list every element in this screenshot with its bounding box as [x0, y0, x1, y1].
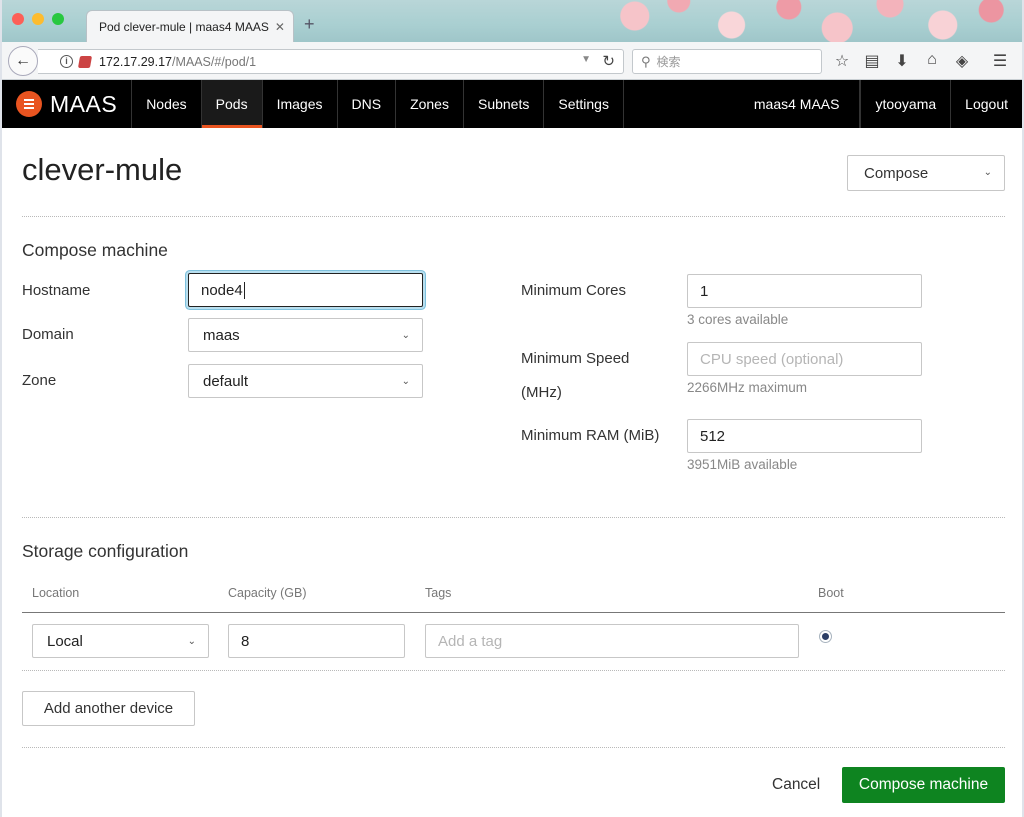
new-tab-icon[interactable]: +: [304, 14, 315, 35]
domain-value: maas: [203, 326, 240, 344]
cores-input[interactable]: 1: [687, 274, 922, 308]
maas-brand[interactable]: MAAS: [2, 80, 133, 128]
cores-value: 1: [700, 282, 709, 300]
nav-settings[interactable]: Settings: [544, 80, 624, 128]
zone-label: Zone: [22, 372, 57, 389]
tags-input[interactable]: Add a tag: [425, 624, 799, 658]
nav-subnets[interactable]: Subnets: [464, 80, 545, 128]
maas-logo-icon: [16, 91, 42, 117]
cores-help: 3 cores available: [687, 312, 789, 327]
pocket-icon[interactable]: ◈: [952, 51, 972, 71]
speed-label: Minimum Speed: [521, 350, 630, 367]
close-window-button[interactable]: [12, 13, 24, 25]
zone-value: default: [203, 372, 249, 390]
chevron-down-icon: ⌄: [401, 330, 410, 341]
zone-select[interactable]: default ⌄: [188, 364, 423, 398]
speed-input[interactable]: CPU speed (optional): [687, 342, 922, 376]
arrow-left-icon: ←: [15, 52, 31, 69]
mixed-content-icon[interactable]: [77, 55, 93, 68]
chevron-down-icon: ⌄: [401, 376, 410, 387]
speed-placeholder: CPU speed (optional): [700, 350, 844, 368]
ram-label: Minimum RAM (MiB): [521, 427, 660, 444]
nav-dns[interactable]: DNS: [338, 80, 397, 128]
back-button[interactable]: ←: [8, 46, 38, 76]
location-select[interactable]: Local ⌄: [32, 624, 209, 658]
browser-toolbar: i 172.17.29.17/MAAS/#/pod/1 ▼ ↻ ← ⚲ 検索 ☆…: [2, 42, 1022, 80]
window-controls: [12, 13, 64, 25]
browser-tab-bar: Pod clever-mule | maas4 MAAS ✕ +: [2, 0, 1022, 42]
nav-images[interactable]: Images: [263, 80, 338, 128]
url-history-dropdown-icon[interactable]: ▼: [581, 54, 591, 65]
minimize-window-button[interactable]: [32, 13, 44, 25]
tags-placeholder: Add a tag: [438, 632, 503, 650]
compose-dropdown-label: Compose: [864, 164, 929, 182]
divider: [22, 670, 1005, 671]
app-navigation: MAAS Nodes Pods Images DNS Zones Subnets…: [2, 80, 1022, 128]
search-input[interactable]: ⚲ 検索: [632, 49, 822, 74]
boot-radio[interactable]: [819, 630, 832, 643]
zoom-window-button[interactable]: [52, 13, 64, 25]
theme-background: [582, 0, 1022, 42]
divider: [22, 747, 1005, 748]
home-icon[interactable]: ⌂: [922, 51, 942, 71]
column-boot: Boot: [818, 586, 844, 600]
url-host: 172.17.29.17: [99, 54, 172, 69]
nav-zones[interactable]: Zones: [396, 80, 464, 128]
search-placeholder: 検索: [656, 55, 681, 69]
toolbar-icons: ☆ ▤ ⬇ ⌂ ◈ ☰: [832, 51, 1010, 71]
speed-label-unit: (MHz): [521, 384, 562, 401]
reload-icon[interactable]: ↻: [602, 52, 615, 70]
compose-dropdown[interactable]: Compose ⌄: [847, 155, 1005, 191]
bookmark-star-icon[interactable]: ☆: [832, 51, 852, 71]
storage-section-title: Storage configuration: [22, 541, 189, 561]
chevron-down-icon: ⌄: [187, 636, 196, 647]
tab-title: Pod clever-mule | maas4 MAAS: [99, 19, 269, 34]
page-title: clever-mule: [22, 152, 183, 187]
close-tab-icon[interactable]: ✕: [275, 20, 285, 34]
hostname-input[interactable]: node4: [188, 273, 423, 307]
browser-tab-active[interactable]: Pod clever-mule | maas4 MAAS ✕: [86, 10, 294, 42]
nav-logout[interactable]: Logout: [950, 80, 1022, 128]
capacity-input[interactable]: 8: [228, 624, 405, 658]
ram-input[interactable]: 512: [687, 419, 922, 453]
compose-section-title: Compose machine: [22, 240, 168, 260]
divider: [22, 517, 1005, 518]
domain-select[interactable]: maas ⌄: [188, 318, 423, 352]
ram-value: 512: [700, 427, 726, 445]
page-content: clever-mule Compose ⌄ Compose machine Ho…: [2, 128, 1022, 817]
search-icon: ⚲: [641, 53, 651, 69]
url-bar[interactable]: i 172.17.29.17/MAAS/#/pod/1 ▼ ↻: [38, 49, 624, 74]
menu-hamburger-icon[interactable]: ☰: [990, 51, 1010, 71]
hostname-value: node4: [201, 281, 243, 299]
capacity-value: 8: [241, 632, 250, 650]
reading-list-icon[interactable]: ▤: [862, 51, 882, 71]
cores-label: Minimum Cores: [521, 282, 627, 299]
nav-nodes[interactable]: Nodes: [132, 80, 202, 128]
brand-text: MAAS: [50, 90, 118, 117]
divider: [22, 216, 1005, 217]
info-icon[interactable]: i: [60, 55, 73, 68]
download-icon[interactable]: ⬇: [892, 51, 912, 71]
add-device-button[interactable]: Add another device: [22, 691, 195, 726]
region-name: maas4 MAAS: [740, 80, 861, 128]
speed-help: 2266MHz maximum: [687, 380, 808, 395]
url-path: /MAAS/#/pod/1: [172, 54, 257, 69]
ram-help: 3951MiB available: [687, 457, 798, 472]
column-capacity: Capacity (GB): [228, 586, 307, 600]
column-location: Location: [32, 586, 80, 600]
domain-label: Domain: [22, 326, 74, 343]
column-tags: Tags: [425, 586, 452, 600]
table-header-divider: [22, 612, 1005, 613]
radio-selected-dot: [822, 633, 829, 640]
browser-window: Pod clever-mule | maas4 MAAS ✕ + i 172.1…: [2, 0, 1022, 817]
nav-pods[interactable]: Pods: [201, 80, 263, 128]
chevron-down-icon: ⌄: [983, 167, 992, 178]
compose-machine-button[interactable]: Compose machine: [842, 767, 1005, 803]
cancel-button[interactable]: Cancel: [772, 776, 820, 794]
location-value: Local: [47, 632, 83, 650]
nav-user[interactable]: ytooyama: [860, 80, 950, 128]
hostname-label: Hostname: [22, 282, 91, 299]
